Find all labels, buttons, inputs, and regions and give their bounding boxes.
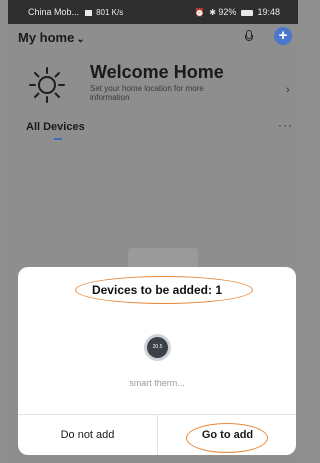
status-left: China Mob... 801 K/s xyxy=(28,7,123,17)
chevron-right-icon[interactable]: › xyxy=(286,84,290,96)
bluetooth-icon: ✱ xyxy=(209,8,216,17)
top-bar: My home ⌄ + xyxy=(8,24,298,50)
thermostat-icon: 20.5 xyxy=(144,334,171,361)
battery-icon xyxy=(240,9,253,16)
status-bar: China Mob... 801 K/s ⏰ ✱ 92% 19:48 xyxy=(8,0,298,24)
battery-percent: 92% xyxy=(218,7,237,17)
home-title: My home xyxy=(18,30,75,45)
welcome-subtitle[interactable]: Set your home location for more informat… xyxy=(90,84,240,102)
sun-icon xyxy=(29,67,65,103)
chevron-down-icon: ⌄ xyxy=(76,34,85,45)
tab-indicator xyxy=(54,138,62,140)
carrier-name: China Mob... xyxy=(28,7,80,17)
status-right: ⏰ ✱ 92% 19:48 xyxy=(193,7,280,17)
clock: 19:48 xyxy=(257,7,280,17)
tab-all-devices[interactable]: All Devices xyxy=(26,121,85,133)
more-icon[interactable]: ··· xyxy=(278,118,293,132)
alarm-icon: ⏰ xyxy=(194,8,205,17)
go-to-add-button[interactable]: Go to add xyxy=(158,415,296,455)
net-speed: 801 K/s xyxy=(96,8,124,17)
home-selector[interactable]: My home ⌄ xyxy=(18,30,85,45)
signal-icon xyxy=(84,9,92,16)
phone-screen: China Mob... 801 K/s ⏰ ✱ 92% 19:48 My ho… xyxy=(8,0,298,463)
do-not-add-button[interactable]: Do not add xyxy=(18,415,157,455)
mic-icon[interactable] xyxy=(244,30,254,44)
add-devices-dialog: Devices to be added: 1 20.5 smart therm.… xyxy=(18,267,296,455)
plus-icon[interactable]: + xyxy=(274,27,292,45)
dialog-title: Devices to be added: 1 xyxy=(91,283,223,297)
device-name: smart therm... xyxy=(129,378,185,388)
thermostat-reading: 20.5 xyxy=(147,337,168,358)
welcome-title: Welcome Home xyxy=(90,62,224,82)
